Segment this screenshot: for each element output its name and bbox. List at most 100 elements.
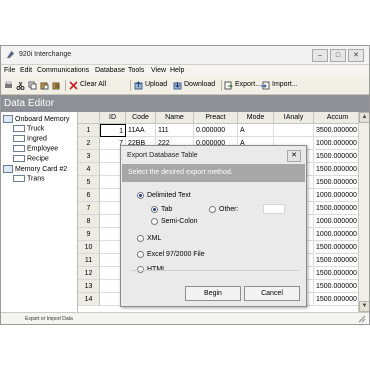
grid-cell[interactable]: 1000.000000: [314, 189, 358, 202]
radio-label-semi-colon: Semi-Colon: [161, 218, 198, 225]
grid-cell[interactable]: 1500.000000: [314, 241, 358, 254]
dialog-close-button[interactable]: ✕: [287, 150, 301, 162]
begin-button[interactable]: Begin: [185, 286, 241, 301]
grid-cell[interactable]: [274, 124, 314, 137]
table-icon: [13, 125, 25, 132]
minimize-button[interactable]: –: [312, 49, 328, 62]
row-header[interactable]: 5: [78, 176, 100, 189]
grid-cell[interactable]: 1000.000000: [314, 137, 358, 150]
row-header[interactable]: 1: [78, 124, 100, 137]
tree-item-trans[interactable]: Trans: [13, 175, 45, 182]
row-header[interactable]: 14: [78, 293, 100, 306]
grid-cell[interactable]: 1500.000000: [314, 176, 358, 189]
import-icon: [261, 81, 270, 90]
print-icon[interactable]: [4, 80, 13, 91]
column-header-code[interactable]: Code: [126, 112, 156, 124]
menu-file[interactable]: File: [4, 67, 15, 74]
grid-cell[interactable]: 1500.000000: [314, 280, 358, 293]
tree-node-onboard-memory[interactable]: Onboard Memory: [3, 115, 69, 123]
table-icon: [13, 175, 25, 182]
grid-cell[interactable]: 11AA: [126, 124, 156, 137]
grid-cell[interactable]: 1: [100, 124, 126, 137]
column-header-name[interactable]: Name: [156, 112, 194, 124]
clear-all-button[interactable]: Clear All: [69, 80, 127, 91]
menu-edit[interactable]: Edit: [20, 67, 32, 74]
app-icon: [6, 50, 15, 59]
import-label: Import...: [272, 81, 298, 88]
cut-icon[interactable]: [16, 80, 25, 91]
upload-label: Upload: [145, 81, 168, 88]
resize-grip-icon[interactable]: [358, 315, 366, 323]
menu-view[interactable]: View: [151, 67, 166, 74]
menu-tools[interactable]: Tools: [128, 67, 144, 74]
row-header[interactable]: 4: [78, 163, 100, 176]
row-header[interactable]: 6: [78, 189, 100, 202]
grid-cell[interactable]: A: [238, 124, 274, 137]
memory-card-icon: [3, 165, 13, 173]
paste-icon[interactable]: [40, 80, 49, 91]
row-header[interactable]: 8: [78, 215, 100, 228]
tree-node-memory-card[interactable]: Memory Card #2: [3, 165, 67, 173]
column-header-id[interactable]: ID: [100, 112, 126, 124]
column-header-preact[interactable]: Preact: [194, 112, 238, 124]
grid-corner[interactable]: [78, 112, 100, 124]
dialog-prompt: Select the desired export method.: [128, 169, 233, 176]
tree-item-recipe[interactable]: Recipe: [13, 155, 49, 162]
menu-bar: File Edit Communications Database Tools …: [1, 65, 369, 77]
toolbar: Clear All Upload Download Export... Impo…: [1, 77, 369, 95]
grid-cell[interactable]: 1000.000000: [314, 215, 358, 228]
grid-cell[interactable]: 111: [156, 124, 194, 137]
other-delimiter-input[interactable]: [263, 204, 285, 214]
radio-xml[interactable]: [137, 235, 144, 242]
paste-special-icon[interactable]: [52, 80, 61, 91]
vertical-scrollbar[interactable]: ▲ ▼: [358, 112, 369, 312]
tree-label: Memory Card #2: [15, 165, 68, 173]
menu-communications[interactable]: Communications: [37, 67, 89, 74]
row-header[interactable]: 10: [78, 241, 100, 254]
grid-cell[interactable]: 1500.000000: [314, 254, 358, 267]
row-header[interactable]: 9: [78, 228, 100, 241]
radio-excel[interactable]: [137, 251, 144, 258]
row-header[interactable]: 13: [78, 280, 100, 293]
tree-item-employee[interactable]: Employee: [13, 145, 58, 152]
table-icon: [13, 135, 25, 142]
cancel-button[interactable]: Cancel: [244, 286, 300, 301]
scroll-up-button[interactable]: ▲: [359, 112, 369, 123]
grid-cell[interactable]: 1500.000000: [314, 163, 358, 176]
export-icon: [224, 81, 233, 90]
close-button[interactable]: ✕: [348, 49, 364, 62]
grid-cell[interactable]: 3500.000000: [314, 124, 358, 137]
radio-delimited-text[interactable]: [137, 192, 144, 199]
grid-cell[interactable]: 1000.000000: [314, 228, 358, 241]
grid-cell[interactable]: 0.000000: [194, 124, 238, 137]
column-header-mode[interactable]: Mode: [238, 112, 274, 124]
tree-item-ingred[interactable]: Ingred: [13, 135, 47, 142]
column-header-ianaly[interactable]: IAnaly: [274, 112, 314, 124]
upload-button[interactable]: Upload: [134, 80, 170, 91]
radio-other[interactable]: [209, 206, 216, 213]
grid-cell[interactable]: 1500.000000: [314, 267, 358, 280]
clear-all-label: Clear All: [80, 81, 107, 88]
radio-tab[interactable]: [151, 206, 158, 213]
copy-icon[interactable]: [28, 80, 37, 91]
column-header-accum[interactable]: Accum: [314, 112, 358, 124]
maximize-button[interactable]: □: [330, 49, 346, 62]
row-header[interactable]: 7: [78, 202, 100, 215]
row-header[interactable]: 11: [78, 254, 100, 267]
import-button[interactable]: Import...: [261, 80, 303, 91]
row-header[interactable]: 12: [78, 267, 100, 280]
export-button[interactable]: Export...: [224, 80, 266, 91]
row-header[interactable]: 3: [78, 150, 100, 163]
dialog-title: Export Database Table: [127, 152, 198, 159]
grid-cell[interactable]: 1500.000000: [314, 293, 358, 306]
table-icon: [13, 155, 25, 162]
radio-semi-colon[interactable]: [151, 218, 158, 225]
row-header[interactable]: 2: [78, 137, 100, 150]
menu-database[interactable]: Database: [95, 67, 125, 74]
menu-help[interactable]: Help: [170, 67, 184, 74]
scroll-down-button[interactable]: ▼: [359, 301, 369, 312]
grid-cell[interactable]: 1500.000000: [314, 150, 358, 163]
tree-item-truck[interactable]: Truck: [13, 125, 44, 132]
download-button[interactable]: Download: [173, 80, 219, 91]
grid-cell[interactable]: 1500.000000: [314, 202, 358, 215]
